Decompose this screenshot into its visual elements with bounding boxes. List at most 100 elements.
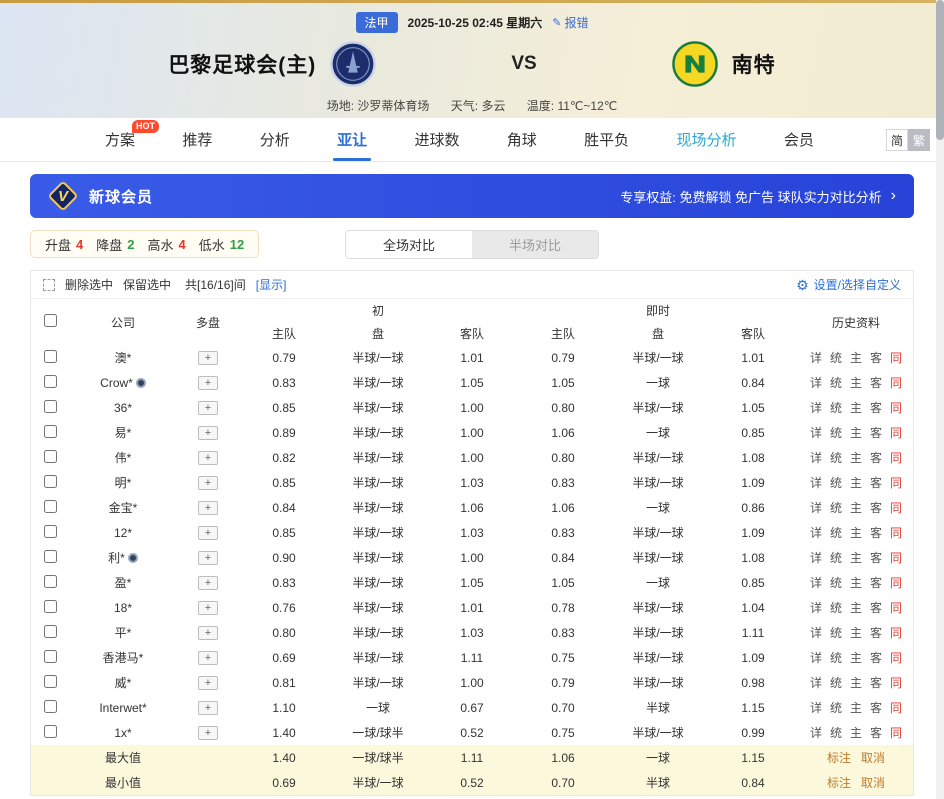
history-link-4[interactable]: 客 bbox=[870, 726, 882, 740]
history-link-5[interactable]: 同 bbox=[890, 476, 902, 490]
company-link[interactable]: 18* bbox=[114, 601, 132, 615]
lang-simplified-button[interactable]: 简 bbox=[886, 129, 908, 151]
expand-multi-odds-button[interactable]: + bbox=[198, 401, 218, 415]
history-link-4[interactable]: 客 bbox=[870, 651, 882, 665]
report-error-link[interactable]: ✎ 报错 bbox=[552, 14, 588, 31]
tab-goals[interactable]: 进球数 bbox=[414, 118, 459, 161]
full-match-compare-button[interactable]: 全场对比 bbox=[346, 231, 472, 258]
history-link-1[interactable]: 详 bbox=[810, 526, 822, 540]
history-link-5[interactable]: 同 bbox=[890, 451, 902, 465]
history-link-1[interactable]: 详 bbox=[810, 401, 822, 415]
history-link-3[interactable]: 主 bbox=[850, 376, 862, 390]
history-link-4[interactable]: 客 bbox=[870, 351, 882, 365]
cancel-link[interactable]: 取消 bbox=[861, 776, 885, 790]
history-link-3[interactable]: 主 bbox=[850, 601, 862, 615]
history-link-5[interactable]: 同 bbox=[890, 526, 902, 540]
history-link-3[interactable]: 主 bbox=[850, 651, 862, 665]
history-link-2[interactable]: 统 bbox=[830, 701, 842, 715]
expand-multi-odds-button[interactable]: + bbox=[198, 451, 218, 465]
history-link-3[interactable]: 主 bbox=[850, 526, 862, 540]
select-all-checkbox[interactable] bbox=[44, 314, 57, 327]
history-link-4[interactable]: 客 bbox=[870, 451, 882, 465]
tab-win-draw-lose[interactable]: 胜平负 bbox=[584, 118, 629, 161]
tab-recommend[interactable]: 推荐 bbox=[182, 118, 212, 161]
company-link[interactable]: 36* bbox=[114, 401, 132, 415]
tab-asian-handicap[interactable]: 亚让 bbox=[337, 118, 367, 161]
history-link-4[interactable]: 客 bbox=[870, 626, 882, 640]
row-checkbox[interactable] bbox=[44, 550, 57, 563]
selection-box-icon[interactable] bbox=[43, 279, 55, 291]
company-link[interactable]: 澳* bbox=[115, 351, 132, 365]
row-checkbox[interactable] bbox=[44, 725, 57, 738]
history-link-3[interactable]: 主 bbox=[850, 676, 862, 690]
expand-multi-odds-button[interactable]: + bbox=[198, 651, 218, 665]
history-link-4[interactable]: 客 bbox=[870, 501, 882, 515]
history-link-1[interactable]: 详 bbox=[810, 476, 822, 490]
expand-multi-odds-button[interactable]: + bbox=[198, 376, 218, 390]
history-link-2[interactable]: 统 bbox=[830, 526, 842, 540]
expand-multi-odds-button[interactable]: + bbox=[198, 426, 218, 440]
company-link[interactable]: 易* bbox=[115, 426, 132, 440]
history-link-3[interactable]: 主 bbox=[850, 551, 862, 565]
expand-multi-odds-button[interactable]: + bbox=[198, 501, 218, 515]
history-link-3[interactable]: 主 bbox=[850, 401, 862, 415]
row-checkbox[interactable] bbox=[44, 525, 57, 538]
history-link-5[interactable]: 同 bbox=[890, 376, 902, 390]
company-link[interactable]: 明* bbox=[115, 476, 132, 490]
expand-multi-odds-button[interactable]: + bbox=[198, 601, 218, 615]
cancel-link[interactable]: 取消 bbox=[861, 751, 885, 765]
history-link-1[interactable]: 详 bbox=[810, 501, 822, 515]
league-badge[interactable]: 法甲 bbox=[356, 12, 398, 33]
history-link-1[interactable]: 详 bbox=[810, 426, 822, 440]
history-link-1[interactable]: 详 bbox=[810, 351, 822, 365]
delete-selected-button[interactable]: 删除选中 bbox=[65, 276, 113, 293]
history-link-1[interactable]: 详 bbox=[810, 701, 822, 715]
tab-live-analysis[interactable]: 现场分析 bbox=[677, 118, 737, 161]
row-checkbox[interactable] bbox=[44, 700, 57, 713]
history-link-2[interactable]: 统 bbox=[830, 676, 842, 690]
history-link-2[interactable]: 统 bbox=[830, 401, 842, 415]
expand-multi-odds-button[interactable]: + bbox=[198, 626, 218, 640]
history-link-2[interactable]: 统 bbox=[830, 601, 842, 615]
expand-multi-odds-button[interactable]: + bbox=[198, 476, 218, 490]
history-link-2[interactable]: 统 bbox=[830, 351, 842, 365]
row-checkbox[interactable] bbox=[44, 650, 57, 663]
history-link-5[interactable]: 同 bbox=[890, 426, 902, 440]
history-link-3[interactable]: 主 bbox=[850, 476, 862, 490]
mark-link[interactable]: 标注 bbox=[827, 776, 851, 790]
history-link-2[interactable]: 统 bbox=[830, 476, 842, 490]
history-link-2[interactable]: 统 bbox=[830, 726, 842, 740]
keep-selected-button[interactable]: 保留选中 bbox=[123, 276, 171, 293]
history-link-5[interactable]: 同 bbox=[890, 676, 902, 690]
history-link-3[interactable]: 主 bbox=[850, 626, 862, 640]
history-link-5[interactable]: 同 bbox=[890, 601, 902, 615]
company-link[interactable]: 盈* bbox=[115, 576, 132, 590]
row-checkbox[interactable] bbox=[44, 625, 57, 638]
show-link[interactable]: [显示] bbox=[256, 276, 287, 293]
company-link[interactable]: 1x* bbox=[114, 726, 131, 740]
company-link[interactable]: Interwet* bbox=[99, 701, 146, 715]
history-link-4[interactable]: 客 bbox=[870, 476, 882, 490]
scrollbar-thumb[interactable] bbox=[936, 0, 944, 140]
company-link[interactable]: 香港马* bbox=[103, 651, 144, 665]
history-link-4[interactable]: 客 bbox=[870, 551, 882, 565]
company-link[interactable]: 伟* bbox=[115, 451, 132, 465]
company-link[interactable]: 12* bbox=[114, 526, 132, 540]
history-link-3[interactable]: 主 bbox=[850, 451, 862, 465]
history-link-4[interactable]: 客 bbox=[870, 576, 882, 590]
company-link[interactable]: 威* bbox=[115, 676, 132, 690]
history-link-4[interactable]: 客 bbox=[870, 601, 882, 615]
history-link-2[interactable]: 统 bbox=[830, 576, 842, 590]
row-checkbox[interactable] bbox=[44, 475, 57, 488]
history-link-1[interactable]: 详 bbox=[810, 576, 822, 590]
tab-corners[interactable]: 角球 bbox=[507, 118, 537, 161]
row-checkbox[interactable] bbox=[44, 400, 57, 413]
history-link-5[interactable]: 同 bbox=[890, 351, 902, 365]
history-link-3[interactable]: 主 bbox=[850, 351, 862, 365]
history-link-4[interactable]: 客 bbox=[870, 676, 882, 690]
history-link-1[interactable]: 详 bbox=[810, 651, 822, 665]
expand-multi-odds-button[interactable]: + bbox=[198, 351, 218, 365]
history-link-5[interactable]: 同 bbox=[890, 626, 902, 640]
tab-analysis[interactable]: 分析 bbox=[260, 118, 290, 161]
history-link-1[interactable]: 详 bbox=[810, 726, 822, 740]
